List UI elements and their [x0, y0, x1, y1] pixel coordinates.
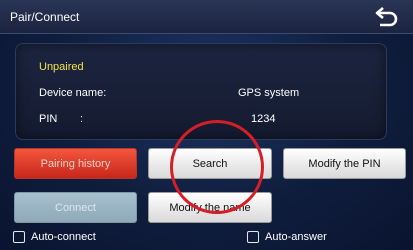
modify-pin-button[interactable]: Modify the PIN [283, 148, 406, 179]
back-button[interactable] [369, 3, 403, 31]
connect-button[interactable]: Connect [14, 192, 137, 223]
pair-connect-screen: Pair/Connect Unpaired Device name: GPS s… [0, 0, 413, 250]
back-arrow-icon [375, 7, 398, 27]
auto-connect-checkbox[interactable] [13, 231, 25, 243]
title-bar: Pair/Connect [0, 0, 413, 34]
page-title: Pair/Connect [10, 10, 80, 24]
auto-answer-label: Auto-answer [265, 231, 327, 243]
pin-value: 1234 [251, 113, 276, 125]
modify-name-button[interactable]: Modify the name [148, 192, 272, 223]
auto-connect-label: Auto-connect [31, 231, 96, 243]
pin-separator: : [80, 113, 84, 125]
pin-label: PIN [39, 113, 58, 125]
pairing-status: Unpaired [39, 61, 84, 73]
search-button[interactable]: Search [148, 148, 272, 179]
auto-answer-checkbox[interactable] [247, 231, 259, 243]
device-name-value: GPS system [238, 87, 300, 99]
device-name-label: Device name: [39, 87, 107, 99]
pairing-history-button[interactable]: Pairing history [14, 148, 137, 179]
